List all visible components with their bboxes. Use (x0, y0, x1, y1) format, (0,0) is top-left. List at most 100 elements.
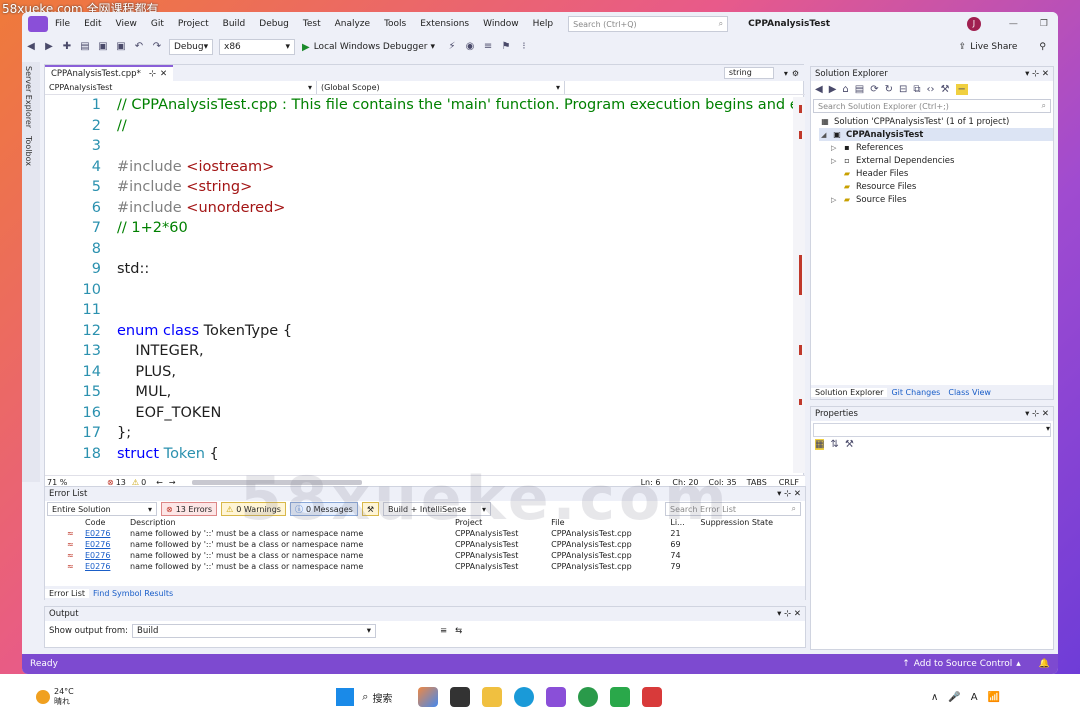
tab-find-symbol-results[interactable]: Find Symbol Results (89, 589, 177, 598)
visual-studio-icon[interactable] (546, 687, 567, 707)
panel-controls-icon[interactable]: ▾ ⊹ ✕ (1025, 69, 1049, 79)
colorful-app-icon[interactable] (418, 687, 439, 707)
scope-dropdown[interactable]: (Global Scope) ▾ (317, 81, 565, 94)
forward-icon[interactable]: ▶ (829, 84, 837, 95)
green-app-icon[interactable] (610, 687, 631, 707)
menu-item-edit[interactable]: Edit (77, 19, 108, 29)
menu-item-window[interactable]: Window (476, 19, 526, 29)
search-input[interactable]: Search (Ctrl+Q) ⌕ (568, 16, 729, 32)
messages-filter-button[interactable]: ⓘ 0 Messages (289, 502, 358, 516)
undo-icon[interactable]: ↶ (132, 40, 146, 54)
code-line[interactable]: EOF_TOKEN (117, 405, 221, 421)
cell-code[interactable]: E0276 (81, 550, 126, 561)
platform-dropdown[interactable]: x86 ▾ (219, 39, 295, 55)
notification-icon[interactable]: 🔔 (1039, 659, 1050, 669)
code-line[interactable]: std:: (117, 261, 149, 277)
ime-icon[interactable]: A (971, 692, 978, 703)
code-line[interactable]: struct Token { (117, 446, 219, 462)
table-row[interactable]: ≈ E0276 name followed by '::' must be a cl… (45, 539, 805, 550)
tree-item-source-files[interactable]: ▷ ▰ Source Files (819, 193, 1053, 206)
code-line[interactable]: #include <iostream> (117, 159, 274, 175)
live-share-icon[interactable]: ⇪ (959, 42, 967, 52)
chrome-icon[interactable] (578, 687, 599, 707)
project-node[interactable]: ◢ ▣ CPPAnalysisTest (819, 128, 1053, 141)
tab-git-changes[interactable]: Git Changes (887, 388, 944, 397)
panel-controls-icon[interactable]: ▾ ⊹ ✕ (777, 609, 801, 619)
column-header-description[interactable]: Description (126, 517, 451, 528)
menu-item-debug[interactable]: Debug (252, 19, 296, 29)
clear-icon[interactable]: ≡ (440, 626, 447, 636)
refresh-icon[interactable]: ↻ (885, 84, 893, 95)
switch-views-icon[interactable]: ▤ (855, 84, 864, 95)
error-search-input[interactable]: Search Error List ⌕ (665, 502, 801, 516)
comment-icon[interactable]: ⁝ (517, 40, 531, 54)
collapse-icon[interactable]: ⊟ (899, 84, 907, 95)
errors-filter-button[interactable]: ⊗ 13 Errors (161, 502, 218, 516)
wrap-icon[interactable]: ⇆ (455, 626, 462, 636)
debugger-button[interactable]: Local Windows Debugger (314, 42, 428, 52)
solution-search-input[interactable]: Search Solution Explorer (Ctrl+;) ⌕ (813, 99, 1051, 113)
cell-code[interactable]: E0276 (81, 561, 126, 572)
taskbar-search[interactable]: 搜索 (372, 690, 392, 705)
code-line[interactable]: #include <string> (117, 179, 252, 195)
build-filter-icon[interactable]: ⚒ (361, 502, 380, 516)
sync-icon[interactable]: ⟳ (870, 84, 878, 95)
editor-horizontal-scrollbar[interactable] (191, 480, 362, 485)
tree-item-header-files[interactable]: ▰ Header Files (819, 167, 1053, 180)
table-row[interactable]: ≈ E0276 name followed by '::' must be a cl… (45, 561, 805, 572)
categorized-icon[interactable]: ▦ (815, 439, 825, 450)
code-line[interactable]: enum class TokenType { (117, 323, 292, 339)
forward-icon[interactable]: ▶ (42, 40, 56, 54)
build-filter-dropdown[interactable]: Build + IntelliSense ▾ (383, 502, 492, 516)
warnings-filter-button[interactable]: ⚠ 0 Warnings (221, 502, 286, 516)
code-line[interactable]: // CPPAnalysisTest.cpp : This file conta… (117, 97, 793, 113)
menu-item-test[interactable]: Test (296, 19, 328, 29)
find-box[interactable]: string (723, 67, 774, 79)
column-header-code[interactable]: Code (81, 517, 126, 528)
solution-node[interactable]: ▦ Solution 'CPPAnalysisTest' (1 of 1 proj… (819, 115, 1053, 128)
minimize-icon[interactable]: — (1009, 19, 1018, 29)
menu-item-view[interactable]: View (109, 19, 144, 29)
tab-server-explorer[interactable]: Server Explorer (22, 62, 35, 132)
column-header-suppression-state[interactable]: Suppression State (696, 517, 805, 528)
code-text-area[interactable]: 1 // CPPAnalysisTest.cpp : This file cont… (45, 97, 793, 473)
editor-vertical-scrollbar[interactable] (793, 97, 805, 473)
code-icon[interactable]: ‹› (927, 84, 935, 95)
close-icon[interactable]: ✕ (160, 69, 167, 79)
tab-cppanalysistest-cpp[interactable]: CPPAnalysisTest.cpp* ⊹ ✕ (45, 65, 174, 81)
live-share-button[interactable]: Live Share (970, 42, 1017, 52)
panel-controls-icon[interactable]: ▾ ⊹ ✕ (1025, 409, 1049, 419)
code-line[interactable]: // 1+2*60 (117, 220, 188, 236)
menu-item-git[interactable]: Git (144, 19, 171, 29)
hot-reload-icon[interactable]: ⚡ (445, 40, 459, 54)
property-pages-icon[interactable]: ⚒ (845, 439, 854, 450)
code-line[interactable]: MUL, (117, 384, 171, 400)
menu-item-analyze[interactable]: Analyze (328, 19, 377, 29)
column-header-project[interactable]: Project (451, 517, 547, 528)
wifi-icon[interactable]: 📶 (988, 692, 1000, 703)
windows-start-icon[interactable] (336, 688, 355, 706)
collapse-arrow-icon[interactable]: ▷ (831, 144, 841, 152)
restore-icon[interactable]: ❐ (1040, 19, 1048, 29)
cell-code[interactable]: E0276 (81, 539, 126, 550)
menu-item-extensions[interactable]: Extensions (413, 19, 476, 29)
panel-controls-icon[interactable]: ▾ ⊹ ✕ (777, 489, 801, 499)
new-project-icon[interactable]: ✚ (60, 40, 74, 54)
avatar[interactable]: J (966, 17, 981, 31)
wrench-icon[interactable]: ⚒ (941, 84, 950, 95)
project-dropdown[interactable]: CPPAnalysisTest ▾ (45, 81, 317, 94)
tree-item-resource-files[interactable]: ▰ Resource Files (819, 180, 1053, 193)
code-line[interactable]: PLUS, (117, 364, 176, 380)
search-icon[interactable]: ⌕ (362, 690, 368, 704)
menu-item-project[interactable]: Project (171, 19, 216, 29)
code-line[interactable]: }; (117, 425, 131, 441)
save-icon[interactable]: ▣ (96, 40, 110, 54)
table-row[interactable]: ≈ E0276 name followed by '::' must be a cl… (45, 528, 805, 539)
tab-class-view[interactable]: Class View (944, 388, 995, 397)
pin-icon[interactable]: ⊹ (149, 69, 156, 79)
code-line[interactable]: INTEGER, (117, 343, 203, 359)
table-row[interactable]: ≈ E0276 name followed by '::' must be a cl… (45, 550, 805, 561)
cell-code[interactable]: E0276 (81, 528, 126, 539)
tab-solution-explorer[interactable]: Solution Explorer (811, 387, 888, 397)
properties-object-dropdown[interactable]: ▾ (813, 423, 1051, 437)
